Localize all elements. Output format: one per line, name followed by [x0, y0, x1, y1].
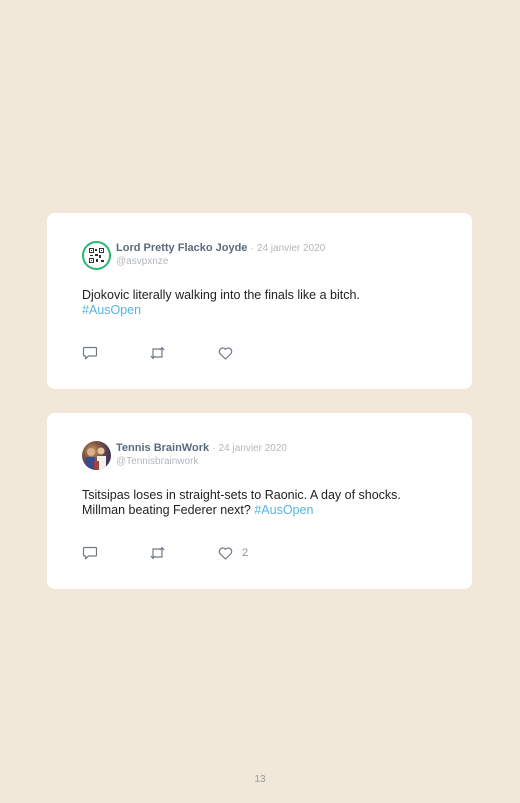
retweet-button[interactable] — [149, 345, 166, 361]
retweet-icon — [150, 346, 165, 360]
hashtag-link[interactable]: #AusOpen — [254, 503, 313, 517]
heart-icon — [218, 546, 233, 560]
retweet-button[interactable] — [149, 545, 166, 561]
reply-button[interactable] — [82, 345, 98, 361]
reply-icon — [82, 546, 98, 560]
tweet-date[interactable]: 24 janvier 2020 — [257, 243, 325, 254]
hashtag-link[interactable]: #AusOpen — [82, 303, 141, 317]
tweet-header: Tennis BrainWork · 24 janvier 2020 — [116, 442, 287, 454]
reply-button[interactable] — [82, 545, 98, 561]
tweet-header: Lord Pretty Flacko Joyde · 24 janvier 20… — [116, 242, 325, 254]
like-count: 2 — [242, 547, 249, 559]
page-number: 13 — [254, 774, 266, 785]
tweet-card[interactable]: Lord Pretty Flacko Joyde · 24 janvier 20… — [47, 213, 472, 389]
separator: · — [250, 243, 254, 254]
tweet-body: Tsitsipas loses in straight-sets to Raon… — [82, 488, 401, 517]
tweet-date[interactable]: 24 janvier 2020 — [219, 443, 287, 454]
separator: · — [212, 443, 216, 454]
display-name[interactable]: Tennis BrainWork — [116, 442, 209, 454]
tweet-card[interactable]: Tennis BrainWork · 24 janvier 2020 @Tenn… — [47, 413, 472, 589]
tweet-text: Tsitsipas loses in straight-sets to Raon… — [82, 488, 442, 518]
avatar[interactable] — [82, 241, 111, 270]
like-button[interactable]: 2 — [218, 545, 248, 561]
display-name[interactable]: Lord Pretty Flacko Joyde — [116, 242, 247, 254]
qr-code-icon — [89, 248, 104, 263]
like-button[interactable] — [218, 345, 242, 361]
tweet-text: Djokovic literally walking into the fina… — [82, 288, 442, 318]
avatar[interactable] — [82, 441, 111, 470]
heart-icon — [218, 346, 233, 360]
user-handle[interactable]: @asvpxnze — [116, 256, 168, 267]
retweet-icon — [150, 546, 165, 560]
profile-photo-icon — [86, 447, 106, 470]
reply-icon — [82, 346, 98, 360]
tweet-body: Djokovic literally walking into the fina… — [82, 288, 360, 302]
user-handle[interactable]: @Tennisbrainwork — [116, 456, 198, 467]
